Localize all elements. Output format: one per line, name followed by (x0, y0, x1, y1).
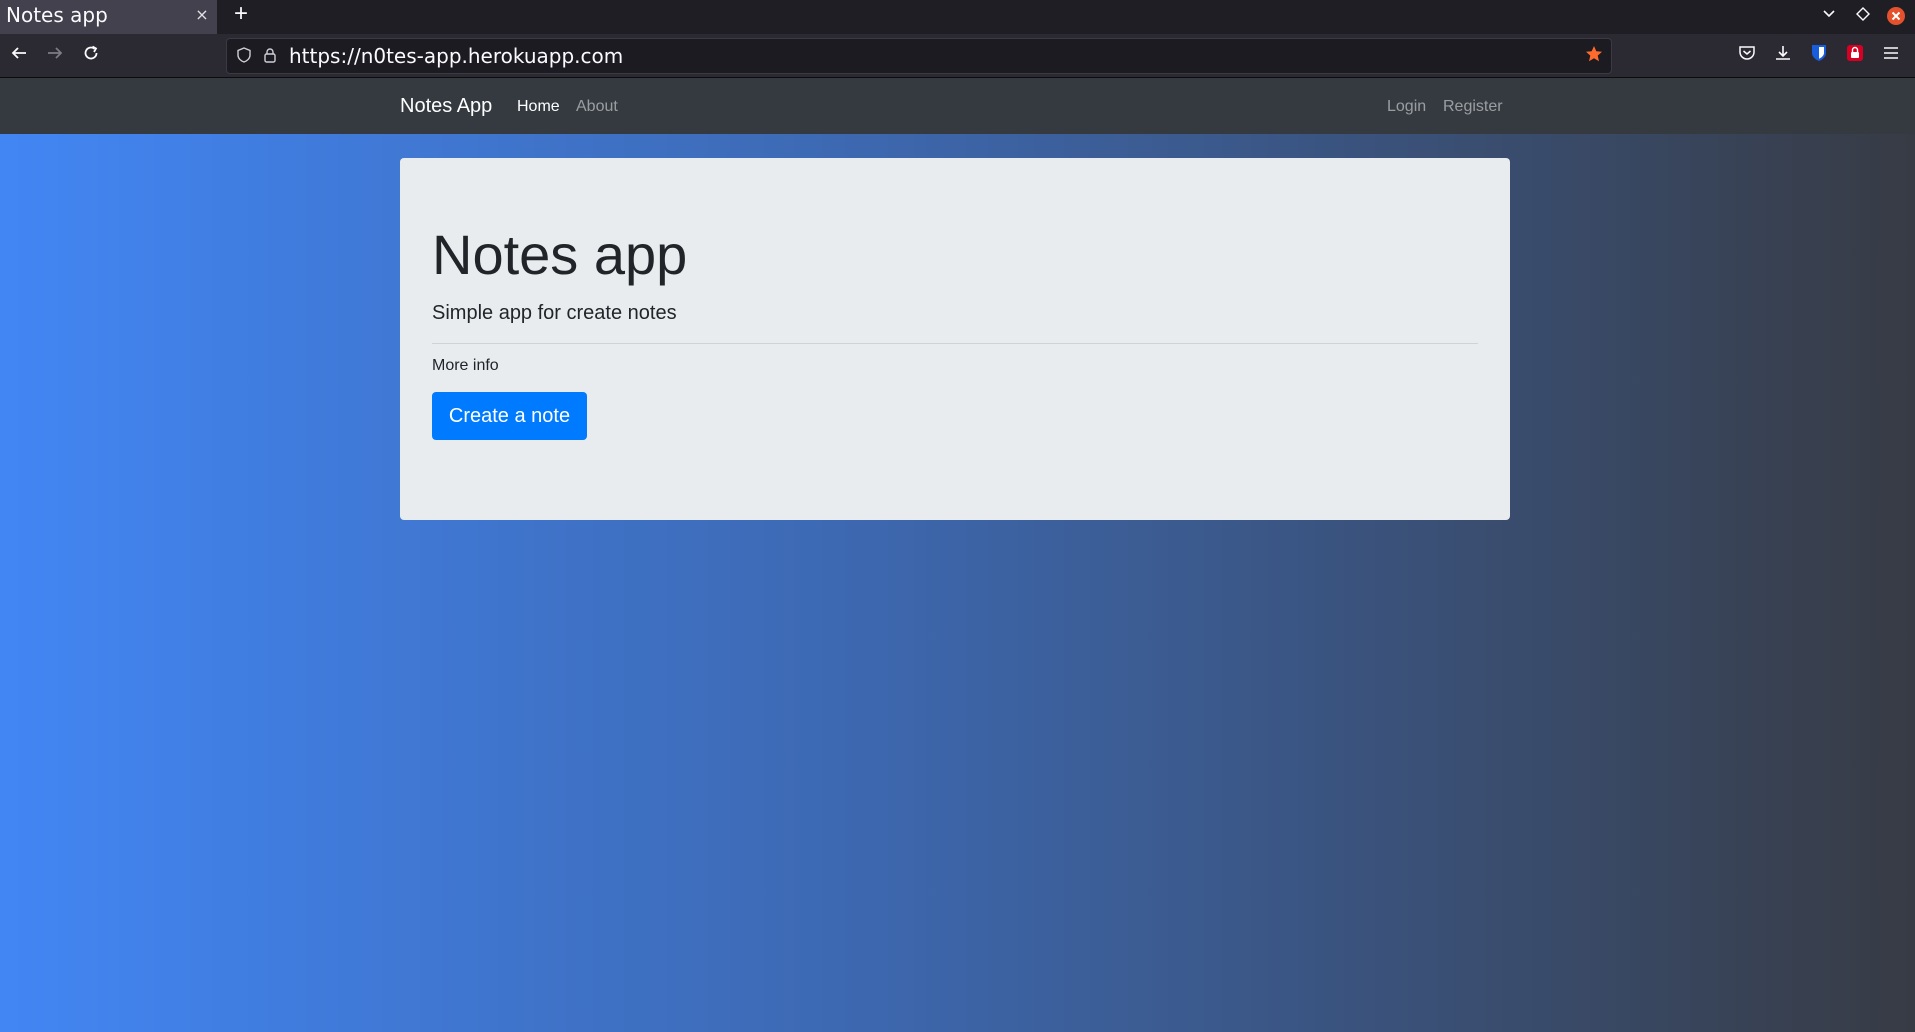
bitwarden-icon[interactable] (1807, 44, 1831, 68)
divider (432, 343, 1478, 344)
new-tab-button[interactable]: + (230, 0, 252, 30)
navbar-brand[interactable]: Notes App (400, 92, 492, 120)
hero-jumbotron: Notes app Simple app for create notes Mo… (400, 158, 1510, 520)
download-icon[interactable] (1771, 44, 1795, 68)
tab-list-chevron-icon[interactable] (1818, 6, 1840, 26)
close-window-icon[interactable] (1884, 6, 1908, 26)
site-navbar: Notes App Home About Login Register (0, 78, 1915, 134)
create-note-button[interactable]: Create a note (432, 392, 587, 440)
nav-link-about[interactable]: About (576, 96, 618, 118)
extensions-diamond-icon[interactable] (1852, 6, 1874, 26)
reload-icon[interactable] (79, 44, 103, 68)
shield-icon[interactable] (235, 47, 253, 65)
more-info-text: More info (432, 357, 499, 374)
menu-icon[interactable] (1879, 44, 1903, 68)
close-tab-icon[interactable]: × (193, 4, 211, 26)
page-background: Notes App Home About Login Register Note… (0, 78, 1915, 1032)
page-title: Notes app (432, 223, 688, 286)
lock-icon[interactable] (261, 47, 279, 65)
lead-text: Simple app for create notes (432, 302, 677, 324)
nav-link-home[interactable]: Home (517, 96, 560, 118)
browser-tab[interactable]: Notes app × (0, 0, 217, 34)
pocket-icon[interactable] (1735, 44, 1759, 68)
url-text[interactable]: https://n0tes-app.herokuapp.com (289, 44, 623, 68)
tab-title: Notes app (6, 3, 108, 27)
tab-bar: Notes app × + (0, 0, 1915, 34)
extension-icon[interactable] (1843, 44, 1867, 68)
star-icon[interactable] (1583, 45, 1605, 67)
nav-link-login[interactable]: Login (1387, 96, 1426, 118)
browser-toolbar: https://n0tes-app.herokuapp.com (0, 34, 1915, 78)
forward-arrow-icon[interactable] (43, 44, 67, 68)
address-bar[interactable]: https://n0tes-app.herokuapp.com (226, 38, 1612, 74)
nav-link-register[interactable]: Register (1443, 96, 1503, 118)
back-arrow-icon[interactable] (7, 44, 31, 68)
